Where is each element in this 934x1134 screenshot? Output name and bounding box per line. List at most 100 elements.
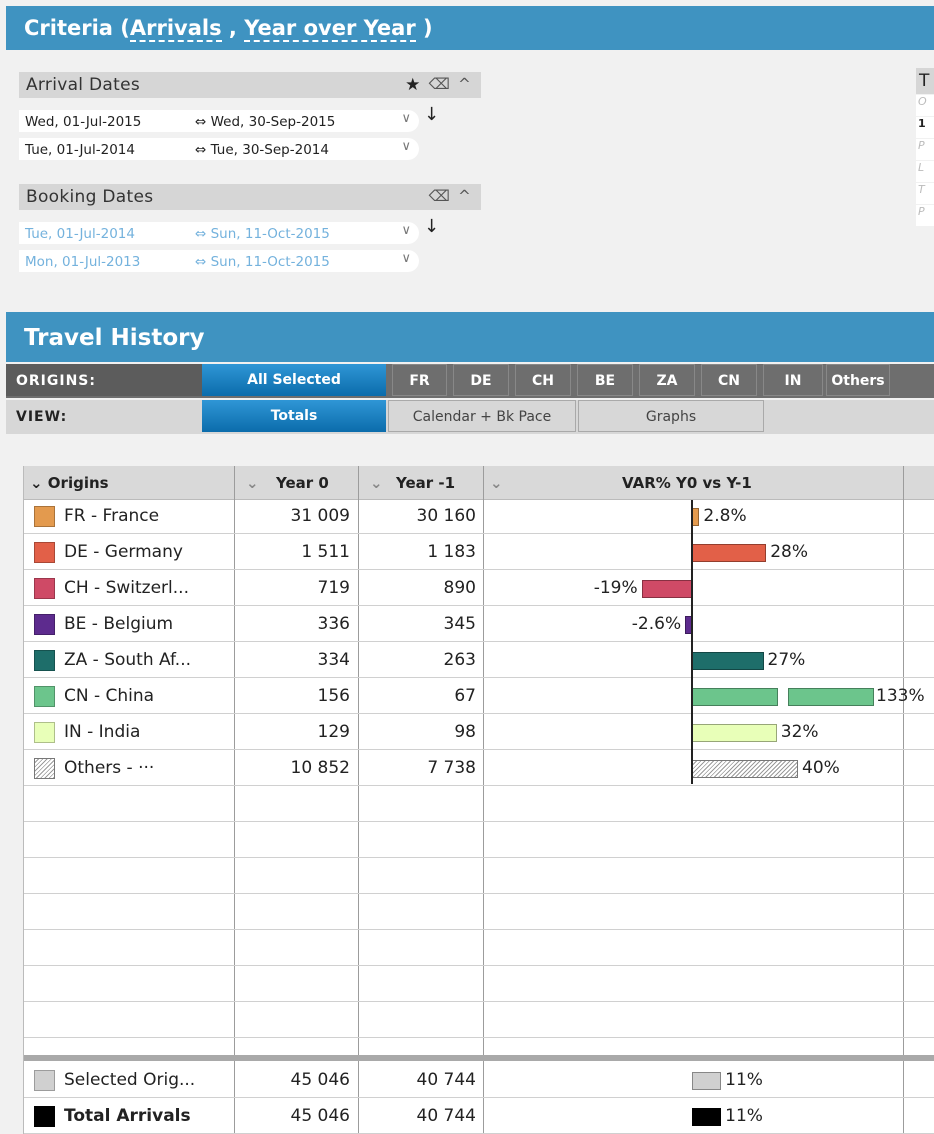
variance-bar	[692, 688, 778, 706]
empty-row	[24, 824, 934, 858]
star-icon[interactable]: ★	[405, 75, 421, 95]
empty-row	[24, 1004, 934, 1038]
criteria-prefix: Criteria (	[24, 16, 130, 40]
table-row[interactable]: Selected Orig... 45 046 40 744 11%	[24, 1064, 934, 1098]
origin-name: IN - India	[64, 722, 141, 742]
year1-value: 67	[454, 686, 476, 706]
chevron-down-icon[interactable]: ∨	[401, 139, 411, 154]
swap-arrow-icon[interactable]: ↓	[424, 216, 439, 237]
year1-value: 345	[443, 614, 476, 634]
criteria-mode-link[interactable]: Year over Year	[244, 16, 416, 42]
arrival-to-0: ⇔ Wed, 30-Sep-2015	[195, 114, 336, 130]
booking-to-0: ⇔ Sun, 11-Oct-2015	[195, 226, 330, 242]
origin-name: FR - France	[64, 506, 160, 526]
criteria-separator: ,	[221, 16, 245, 40]
origin-button-za[interactable]: ZA	[639, 364, 695, 396]
arrival-date-range-0[interactable]: Wed, 01-Jul-2015 ⇔ Wed, 30-Sep-2015 ∨	[19, 110, 419, 132]
variance-bar	[692, 508, 700, 526]
booking-from-0: Tue, 01-Jul-2014	[25, 226, 135, 242]
right-panel-item[interactable]: T	[916, 183, 934, 204]
year0-value: 334	[317, 650, 350, 670]
variance-label: 28%	[770, 542, 808, 562]
chevron-down-icon[interactable]: ⌄	[490, 474, 503, 492]
right-panel-item[interactable]: P	[916, 139, 934, 160]
origin-name: CN - China	[64, 686, 155, 706]
variance-bar	[641, 580, 692, 598]
view-graphs-button[interactable]: Graphs	[578, 400, 764, 432]
year0-value: 719	[317, 578, 350, 598]
right-panel-item[interactable]: O	[916, 95, 934, 116]
variance-bar	[692, 1072, 722, 1090]
clear-icon[interactable]: ⌫	[429, 75, 451, 95]
swap-arrow-icon[interactable]: ↓	[424, 104, 439, 125]
origin-button-de[interactable]: DE	[453, 364, 509, 396]
color-swatch	[34, 506, 55, 527]
year0-value: 129	[317, 722, 350, 742]
year0-column-header[interactable]: Year 0	[276, 474, 329, 492]
table-row[interactable]: DE - Germany 1 511 1 183 28%	[24, 536, 934, 570]
variance-bar	[692, 724, 777, 742]
table-row[interactable]: CH - Switzerl... 719 890 -19%	[24, 572, 934, 606]
origin-name: DE - Germany	[64, 542, 183, 562]
table-row[interactable]: Total Arrivals 45 046 40 744 11%	[24, 1100, 934, 1134]
origin-button-ch[interactable]: CH	[515, 364, 571, 396]
table-row[interactable]: Others - ··· 10 852 7 738 40%	[24, 752, 934, 786]
origin-name: Selected Orig...	[64, 1070, 196, 1090]
booking-to-1: ⇔ Sun, 11-Oct-2015	[195, 254, 330, 270]
var-column-header[interactable]: VAR% Y0 vs Y-1	[622, 474, 752, 492]
year1-value: 98	[454, 722, 476, 742]
view-bar: VIEW: Totals Calendar + Bk Pace Graphs	[6, 400, 934, 434]
variance-bar	[692, 1108, 722, 1126]
origins-column-header[interactable]: ⌄ Origins	[30, 474, 109, 492]
right-panel-item[interactable]: 1	[916, 117, 934, 138]
booking-date-range-1[interactable]: Mon, 01-Jul-2013 ⇔ Sun, 11-Oct-2015 ∨	[19, 250, 419, 272]
criteria-measure-link[interactable]: Arrivals	[129, 16, 222, 42]
right-panel-title: T	[916, 68, 934, 94]
year0-value: 10 852	[290, 758, 350, 778]
clear-icon[interactable]: ⌫	[429, 187, 451, 205]
origin-button-in[interactable]: IN	[763, 364, 823, 396]
table-row[interactable]: IN - India 129 98 32%	[24, 716, 934, 750]
chevron-down-icon[interactable]: ∨	[401, 111, 411, 126]
arrival-dates-section: Arrival Dates ★ ⌫ ^	[19, 72, 481, 98]
year1-value: 1 183	[427, 542, 476, 562]
variance-label: -2.6%	[631, 614, 682, 634]
chevron-down-icon[interactable]: ∨	[401, 223, 411, 238]
view-calendar-button[interactable]: Calendar + Bk Pace	[388, 400, 576, 432]
booking-dates-section: Booking Dates ⌫ ^	[19, 184, 481, 210]
arrival-dates-title: Arrival Dates	[26, 75, 141, 95]
table-row[interactable]: ZA - South Af... 334 263 27%	[24, 644, 934, 678]
chevron-down-icon[interactable]: ∨	[401, 251, 411, 266]
booking-date-range-0[interactable]: Tue, 01-Jul-2014 ⇔ Sun, 11-Oct-2015 ∨	[19, 222, 419, 244]
right-panel-item[interactable]: L	[916, 161, 934, 182]
booking-dates-title: Booking Dates	[26, 187, 154, 207]
year0-value: 156	[317, 686, 350, 706]
year0-value: 45 046	[290, 1070, 350, 1090]
table-row[interactable]: BE - Belgium 336 345 -2.6%	[24, 608, 934, 642]
origin-button-cn[interactable]: CN	[701, 364, 757, 396]
year1-column-header[interactable]: Year -1	[396, 474, 455, 492]
grid-header: ⌄ Origins ⌄ Year 0 ⌄ Year -1 ⌄ VAR% Y0 v…	[24, 466, 934, 500]
variance-label: 27%	[767, 650, 806, 670]
origin-button-fr[interactable]: FR	[392, 364, 447, 396]
booking-from-1: Mon, 01-Jul-2013	[25, 254, 141, 270]
chevron-down-icon[interactable]: ⌄	[246, 474, 259, 492]
var-zero-axis	[691, 500, 693, 784]
variance-label: -19%	[593, 578, 638, 598]
table-row[interactable]: FR - France 31 009 30 160 2.8%	[24, 500, 934, 534]
color-swatch	[34, 1070, 55, 1091]
all-selected-button[interactable]: All Selected	[202, 364, 386, 396]
variance-bar	[692, 760, 798, 778]
arrival-date-range-1[interactable]: Tue, 01-Jul-2014 ⇔ Tue, 30-Sep-2014 ∨	[19, 138, 419, 160]
chevron-up-icon[interactable]: ^	[458, 75, 471, 95]
year0-value: 336	[317, 614, 350, 634]
chevron-down-icon[interactable]: ⌄	[370, 474, 383, 492]
origin-button-others[interactable]: Others	[826, 364, 890, 396]
view-totals-button[interactable]: Totals	[202, 400, 386, 432]
chevron-up-icon[interactable]: ^	[458, 187, 471, 205]
right-panel-item[interactable]: P	[916, 205, 934, 226]
arrival-from-1: Tue, 01-Jul-2014	[25, 142, 135, 158]
right-panel-clipped: T O 1 P L T P	[916, 68, 934, 258]
table-row[interactable]: CN - China 156 67 133%	[24, 680, 934, 714]
origin-button-be[interactable]: BE	[577, 364, 633, 396]
